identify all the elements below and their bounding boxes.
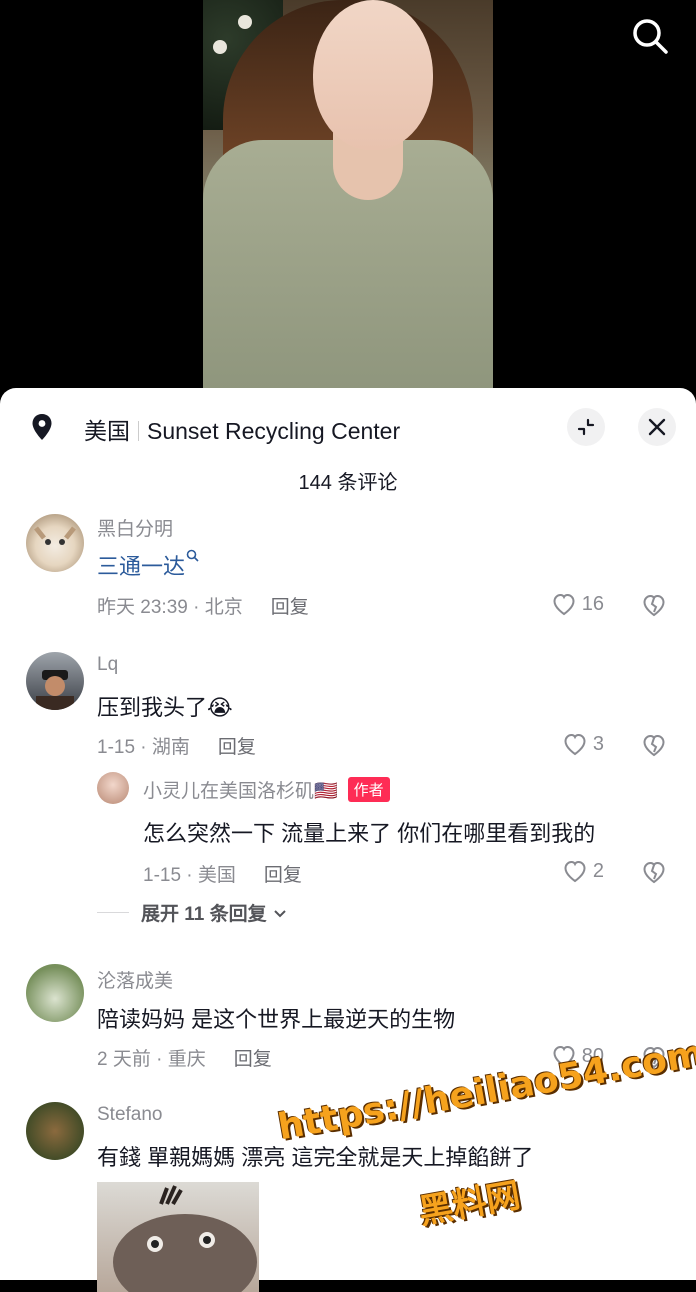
reply-button[interactable]: 回复 [234,1049,272,1070]
search-link[interactable]: 三通一达 [97,554,185,579]
reply-button[interactable]: 回复 [271,597,309,618]
close-icon [648,418,666,436]
search-icon [186,549,199,562]
dislike-button[interactable] [640,731,668,759]
comment-text: 有錢 單親媽媽 漂亮 這完全就是天上掉餡餅了 [97,1145,534,1170]
divider [138,421,139,441]
comment-text: 怎么突然一下 流量上来了 你们在哪里看到我的 [143,821,596,846]
like-count: 3 [592,732,604,755]
author-badge: 作者 [347,777,390,802]
comments-sheet: 美国 Sunset Recycling Center 144 条评论 黑白分明 三… [0,388,696,1292]
dislike-button[interactable] [640,858,668,886]
comment-count: 144 条评论 [298,472,398,494]
avatar[interactable] [26,514,84,572]
expand-replies-button[interactable]: 展开 11 条回复 [97,899,289,926]
comment-username[interactable]: Stefano [97,1104,163,1126]
avatar[interactable] [26,652,84,710]
like-count: 2 [592,859,604,882]
comment-time-location: 昨天 23:39 · 北京 [97,597,243,618]
divider [97,912,129,913]
chevron-down-icon [273,909,286,917]
like-button[interactable]: 3 [561,730,604,758]
comment-time-location: 1-15 · 美国 [143,865,236,886]
comment-meta: 昨天 23:39 · 北京 回复 [97,592,309,619]
comment-username[interactable]: 黑白分明 [97,514,173,541]
broken-heart-icon [643,594,665,617]
reply-username: 小灵儿在美国洛杉矶🇺🇸 [143,781,338,802]
comment-text: 陪读妈妈 是这个世界上最逆天的生物 [97,1007,456,1032]
comment-time-location: 1-15 · 湖南 [97,737,190,758]
location-label[interactable]: 美国 Sunset Recycling Center [84,412,400,446]
comment-text: 三通一达 [97,548,201,581]
avatar[interactable] [97,772,129,804]
comment-meta: 1-15 · 湖南 回复 [97,732,256,759]
comment-username[interactable]: Lq [97,654,118,676]
reply-button[interactable]: 回复 [218,737,256,758]
location-bar[interactable]: 美国 Sunset Recycling Center [0,388,696,468]
comment-text: 压到我头了😭 [97,695,233,720]
broken-heart-icon [643,861,665,884]
comment-time-location: 2 天前 · 重庆 [97,1049,206,1070]
dislike-button[interactable] [640,591,668,619]
reply-button[interactable]: 回复 [264,865,302,886]
comment-image[interactable] [97,1182,259,1292]
video-frame [203,0,493,400]
close-button[interactable] [638,408,676,446]
like-button[interactable]: 2 [561,857,604,885]
location-place: Sunset Recycling Center [147,418,401,444]
comment-username[interactable]: 小灵儿在美国洛杉矶🇺🇸 作者 [143,776,390,803]
broken-heart-icon [643,734,665,757]
location-pin-icon [26,411,58,443]
comment-meta: 2 天前 · 重庆 回复 [97,1044,272,1071]
search-icon[interactable] [628,14,672,58]
comment-meta: 1-15 · 美国 回复 [143,860,302,887]
collapse-icon [577,418,595,436]
heart-icon [553,593,575,616]
heart-icon [564,860,586,883]
expand-replies-label: 展开 11 条回复 [141,904,267,925]
location-country: 美国 [84,418,130,444]
heart-icon [564,733,586,756]
like-count: 16 [581,592,604,615]
avatar[interactable] [26,964,84,1022]
avatar[interactable] [26,1102,84,1160]
video-player[interactable] [0,0,696,400]
comment-username[interactable]: 沦落成美 [97,966,173,993]
like-button[interactable]: 16 [550,590,604,618]
collapse-button[interactable] [567,408,605,446]
